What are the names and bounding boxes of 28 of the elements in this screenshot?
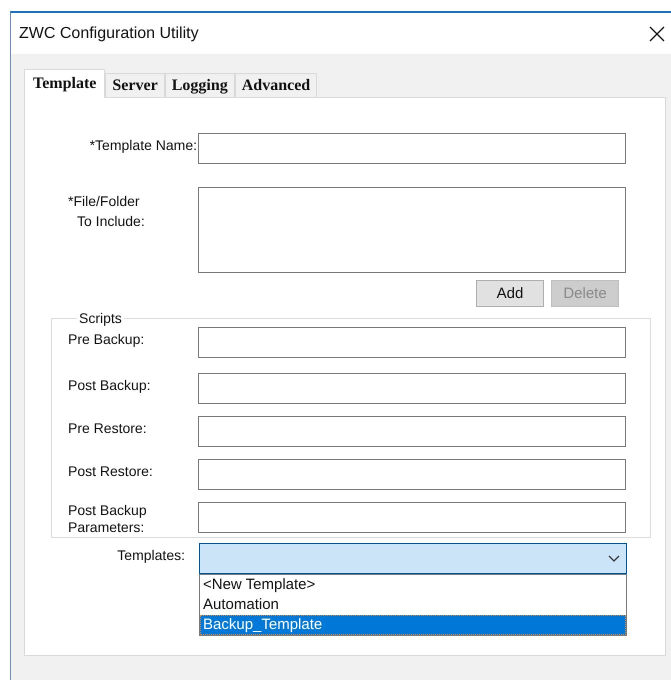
input-field[interactable]: [198, 502, 626, 533]
input-field[interactable]: [198, 327, 626, 358]
input-field[interactable]: [198, 416, 626, 447]
tab[interactable]: Advanced: [234, 73, 318, 97]
group-title: Scripts: [78, 310, 123, 326]
field-label: *Template Name:: [88, 136, 198, 155]
text-area[interactable]: [198, 187, 626, 273]
dropdown[interactable]: [199, 543, 627, 574]
tab[interactable]: Server: [105, 73, 165, 97]
input-field[interactable]: [198, 133, 626, 164]
dropdown-option[interactable]: <New Template>: [200, 575, 626, 595]
button[interactable]: Add: [476, 280, 544, 307]
tab[interactable]: Logging: [164, 73, 235, 97]
chevron-icon: [608, 554, 620, 562]
field-label: Post Restore:: [68, 462, 154, 480]
field-label: Post Backup:: [68, 376, 152, 394]
close-icon[interactable]: [649, 26, 665, 42]
input-field[interactable]: [198, 373, 626, 404]
tab[interactable]: Template: [24, 69, 106, 98]
field-label: Pre Restore:: [68, 419, 148, 437]
dropdown-option[interactable]: Backup_Template: [200, 615, 626, 635]
field-label: Pre Backup:: [68, 330, 146, 348]
field-label: *File/Folder To Include:: [67, 192, 146, 231]
input-field[interactable]: [198, 459, 626, 490]
window-title: ZWC Configuration Utility: [19, 24, 199, 42]
field-label: Post Backup Parameters:: [68, 502, 148, 536]
field-label: Templates:: [116, 546, 186, 565]
dropdown-option[interactable]: Automation: [200, 595, 626, 615]
